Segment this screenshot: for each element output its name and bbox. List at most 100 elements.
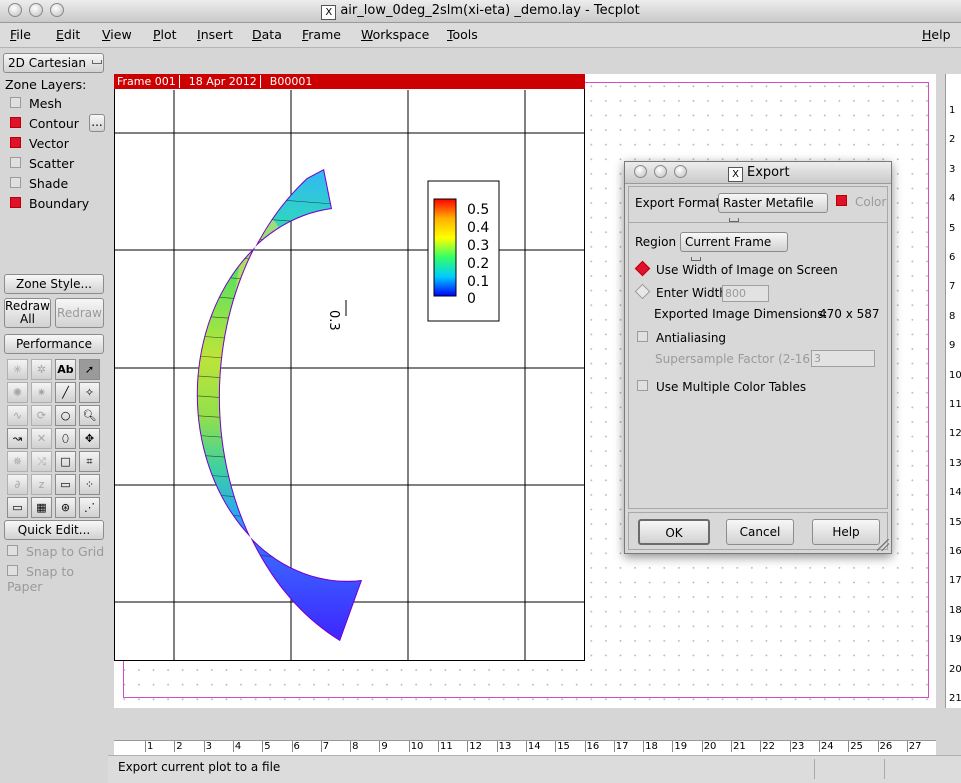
scatter-checkbox[interactable] (10, 157, 21, 168)
layer-contour[interactable]: Contour (10, 116, 79, 131)
ruler-number: 21 (949, 693, 961, 704)
menu-tools[interactable]: Tools (447, 27, 478, 42)
polar-tool-icon[interactable]: ⊛ (55, 497, 76, 518)
antialiasing-checkbox[interactable] (637, 331, 648, 342)
use-width-radio[interactable] (634, 260, 651, 277)
layer-mesh[interactable]: Mesh (10, 96, 62, 111)
adjustor-tool-icon[interactable]: ✧ (79, 382, 100, 403)
geometry-grid-icon[interactable]: ⌗ (79, 451, 100, 472)
contour-add-icon[interactable]: ∿ (7, 405, 28, 426)
contour-details-button[interactable]: ... (89, 114, 105, 132)
dialog-title: X Export (728, 165, 790, 182)
horizontal-ruler: 1 2 3 4 5 6 7 8 9 10 11 12 13 14 15 16 17 18 19 20 21 22 23 24 2… (114, 740, 936, 755)
dialog-close-button[interactable] (634, 165, 647, 178)
ruler-number: 23 (789, 741, 805, 752)
ellipse-tool-icon[interactable]: ⬯ (55, 428, 76, 449)
zone-style-button[interactable]: Zone Style... (4, 274, 104, 294)
zoom-icon[interactable]: 🔍︎ (79, 405, 100, 426)
shade-checkbox[interactable] (10, 177, 21, 188)
rectangle-tool-icon[interactable]: ▭ (55, 474, 76, 495)
translate-icon[interactable]: ✥ (79, 428, 100, 449)
plot-frame[interactable]: 0.3 0.5 0.4 0.3 0.2 0.1 0 (114, 74, 585, 661)
plot-type-dropdown[interactable]: 2D Cartesian (3, 53, 104, 73)
ruler-number: 15 (949, 516, 961, 528)
color-option[interactable]: Color (836, 195, 886, 209)
isosurface-icon[interactable]: ✷ (31, 382, 52, 403)
antialiasing-option[interactable]: Antialiasing (637, 331, 726, 345)
snap-to-grid[interactable]: Snap to Grid (7, 544, 104, 559)
color-checkbox[interactable] (836, 195, 847, 206)
z-tool-icon[interactable]: z (31, 474, 52, 495)
multi-color-checkbox[interactable] (637, 380, 648, 391)
ruler-number: 17 (613, 741, 629, 752)
layer-vector[interactable]: Vector (10, 136, 69, 151)
redraw-all-button[interactable]: Redraw All (4, 298, 51, 328)
ruler-number: 9 (949, 340, 956, 352)
layer-boundary[interactable]: Boundary (10, 196, 89, 211)
help-button[interactable]: Help (812, 519, 880, 545)
menu-workspace[interactable]: Workspace (361, 27, 429, 42)
circle-tool-icon[interactable]: ○ (55, 405, 76, 426)
ruler-number: 3 (203, 741, 212, 752)
svg-text:0.3: 0.3 (326, 310, 341, 331)
rotate-3d-icon[interactable]: ✵ (7, 451, 28, 472)
redraw-button[interactable]: Redraw (55, 298, 104, 328)
menu-data[interactable]: Data (252, 27, 282, 42)
menu-frame[interactable]: Frame (302, 27, 341, 42)
contour-remove-icon[interactable]: ⟳ (31, 405, 52, 426)
ruler-number: 13 (496, 741, 512, 752)
enter-width-option[interactable]: Enter Width (634, 283, 727, 300)
text-tool-icon[interactable]: Ab (55, 359, 76, 380)
menu-bar: File Edit View Plot Insert Data Frame Wo… (0, 23, 961, 48)
frame-tool-icon[interactable]: ▭ (7, 497, 28, 518)
snap-grid-checkbox[interactable] (7, 545, 18, 556)
performance-button[interactable]: Performance (4, 334, 104, 354)
data-line-icon[interactable]: ⋰ (79, 497, 100, 518)
dialog-zoom-button[interactable] (674, 165, 687, 178)
square-tool-icon[interactable]: □ (55, 451, 76, 472)
frame-header[interactable]: Frame 001 18 Apr 2012 B00001 (114, 74, 585, 89)
menu-edit[interactable]: Edit (56, 27, 80, 42)
snap-paper-checkbox[interactable] (7, 565, 18, 576)
resize-grip-icon[interactable] (877, 539, 889, 551)
dialog-title-bar[interactable]: X Export (625, 162, 891, 184)
export-format-dropdown[interactable]: Raster Metafile (718, 193, 828, 222)
twist-icon[interactable]: ⤨ (31, 451, 52, 472)
roll-icon[interactable]: ∂ (7, 474, 28, 495)
ruler-number: 21 (731, 741, 746, 752)
ruler-number: 4 (949, 193, 956, 205)
slice-tool-icon[interactable]: ✺ (7, 382, 28, 403)
enter-width-input[interactable]: 800 (722, 285, 769, 302)
polyline-tool-icon[interactable]: ↝ (7, 428, 28, 449)
ruler-number: 6 (949, 252, 956, 263)
boundary-checkbox[interactable] (10, 197, 21, 208)
ok-button[interactable]: OK (638, 519, 710, 545)
region-dropdown[interactable]: Current Frame (680, 232, 788, 261)
use-width-option[interactable]: Use Width of Image on Screen (634, 260, 838, 277)
snap-to-paper[interactable]: Snap to Paper (7, 564, 108, 594)
layer-shade[interactable]: Shade (10, 176, 68, 191)
multi-color-option[interactable]: Use Multiple Color Tables (637, 380, 806, 394)
streamtrace-icon[interactable]: ✲ (31, 359, 52, 380)
line-tool-icon[interactable]: ╱ (55, 382, 76, 403)
quick-edit-button[interactable]: Quick Edit... (4, 520, 104, 540)
contour-checkbox[interactable] (10, 117, 21, 128)
supersample-input[interactable]: 3 (811, 350, 875, 367)
probe-tool-icon[interactable]: ✕ (31, 428, 52, 449)
enter-width-radio[interactable] (634, 283, 651, 300)
vector-checkbox[interactable] (10, 137, 21, 148)
cancel-button[interactable]: Cancel (726, 519, 794, 545)
menu-view[interactable]: View (102, 27, 132, 42)
dialog-minimize-button[interactable] (654, 165, 667, 178)
menu-file[interactable]: File (10, 27, 31, 42)
layer-scatter[interactable]: Scatter (10, 156, 74, 171)
menu-help[interactable]: Help (922, 27, 951, 42)
scatter-points-icon[interactable]: ⁘ (79, 474, 100, 495)
table-tool-icon[interactable]: ▦ (31, 497, 52, 518)
menu-plot[interactable]: Plot (153, 27, 177, 42)
pointer-tool-icon[interactable]: ➚ (79, 359, 100, 380)
ruler-number: 3 (949, 163, 956, 175)
zone-tool-icon[interactable]: ✳ (7, 359, 28, 380)
menu-insert[interactable]: Insert (197, 27, 233, 42)
mesh-checkbox[interactable] (10, 97, 21, 108)
